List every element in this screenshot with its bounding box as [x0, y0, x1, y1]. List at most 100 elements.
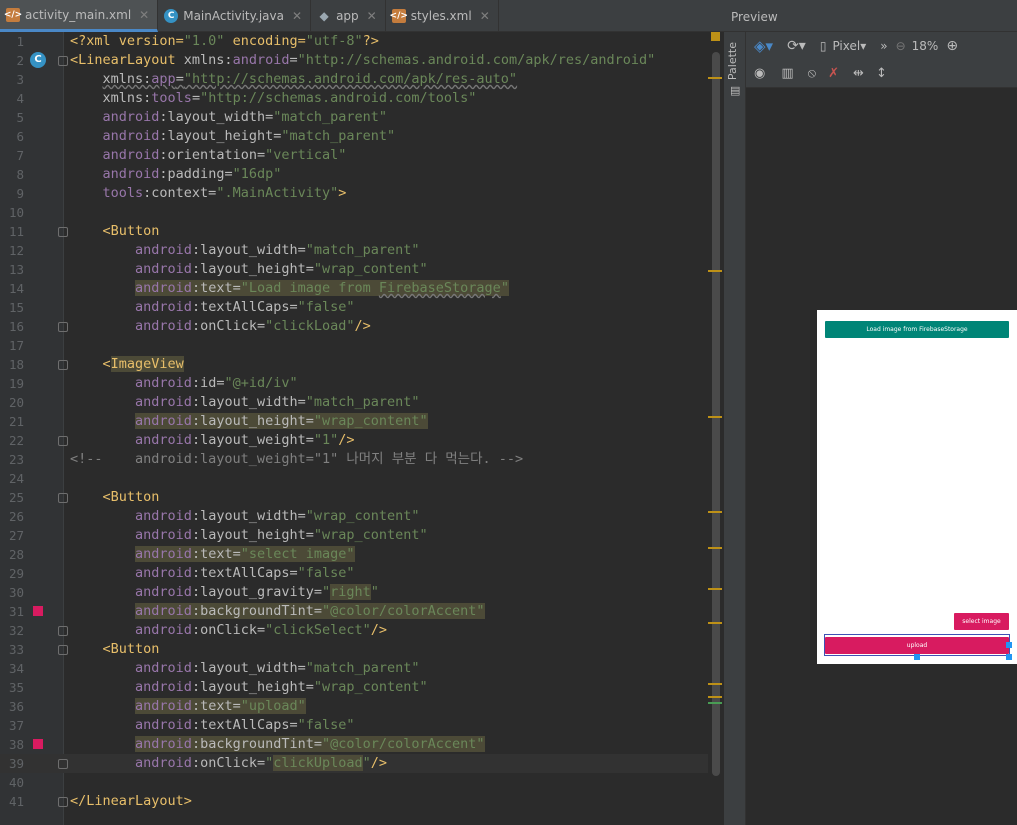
- line-number: 37: [8, 718, 24, 733]
- code-line[interactable]: 21 android:layout_height="wrap_content": [0, 412, 708, 431]
- code-line[interactable]: 2 C <LinearLayout xmlns:android="http://sc…: [0, 51, 708, 70]
- code-line[interactable]: 18 <ImageView: [0, 355, 708, 374]
- palette-icon[interactable]: ▤: [730, 84, 740, 97]
- warning-stripe[interactable]: [708, 622, 722, 624]
- tab-styles-xml[interactable]: </> styles.xml ✕: [386, 0, 499, 32]
- tab-activity-main-xml[interactable]: </> activity_main.xml ✕: [0, 0, 159, 32]
- color-swatch-icon[interactable]: [33, 739, 43, 749]
- code-line[interactable]: 1 <?xml version="1.0" encoding="utf-8"?>: [0, 32, 708, 51]
- tab-app[interactable]: ◆ app ✕: [311, 0, 386, 32]
- code-line[interactable]: 5 android:layout_width="match_parent": [0, 108, 708, 127]
- code-line[interactable]: 8 android:padding="16dp": [0, 165, 708, 184]
- upload-button[interactable]: upload: [825, 637, 1009, 654]
- code-line[interactable]: 17: [0, 336, 708, 355]
- code-line[interactable]: 27 android:layout_height="wrap_content": [0, 526, 708, 545]
- blueprint-icon[interactable]: ▥: [781, 66, 793, 81]
- tab-mainactivity-java[interactable]: C MainActivity.java ✕: [158, 0, 312, 32]
- warning-stripe[interactable]: [708, 416, 722, 418]
- code-line[interactable]: 29 android:textAllCaps="false": [0, 564, 708, 583]
- class-marker-icon[interactable]: C: [30, 52, 46, 68]
- code-editor[interactable]: 1 <?xml version="1.0" encoding="utf-8"?> 2…: [0, 32, 724, 825]
- fold-icon[interactable]: [58, 360, 68, 370]
- fold-icon[interactable]: [58, 626, 68, 636]
- code-line[interactable]: 32 android:onClick="clickSelect"/>: [0, 621, 708, 640]
- code-line[interactable]: 24: [0, 469, 708, 488]
- code-line[interactable]: 14 android:text="Load image from Firebas…: [0, 279, 708, 298]
- warning-stripe[interactable]: [708, 683, 722, 685]
- warning-stripe[interactable]: [708, 696, 722, 698]
- close-icon[interactable]: ✕: [480, 9, 490, 23]
- select-image-button[interactable]: select image: [954, 613, 1009, 630]
- code-line[interactable]: 34 android:layout_width="match_parent": [0, 659, 708, 678]
- code-line[interactable]: 22 android:layout_weight="1"/>: [0, 431, 708, 450]
- resize-handle[interactable]: [914, 654, 920, 660]
- warning-stripe[interactable]: [708, 270, 722, 272]
- color-swatch-icon[interactable]: [33, 606, 43, 616]
- rotate-icon[interactable]: ⟳▾: [787, 38, 806, 54]
- resize-handle[interactable]: [1006, 642, 1012, 648]
- code-line[interactable]: 12 android:layout_width="match_parent": [0, 241, 708, 260]
- code-line[interactable]: 16 android:onClick="clickLoad"/>: [0, 317, 708, 336]
- magnet-off-icon[interactable]: ⦸: [808, 66, 816, 81]
- fold-icon[interactable]: [58, 493, 68, 503]
- fold-icon[interactable]: [58, 645, 68, 655]
- zoom-in-icon[interactable]: ⊕: [946, 38, 958, 54]
- code-line[interactable]: 11 <Button: [0, 222, 708, 241]
- fold-icon[interactable]: [58, 759, 68, 769]
- warning-stripe[interactable]: [708, 511, 722, 513]
- fold-icon[interactable]: [58, 322, 68, 332]
- inspection-status-icon[interactable]: [711, 32, 720, 41]
- close-icon[interactable]: ✕: [292, 9, 302, 23]
- change-stripe[interactable]: [708, 702, 722, 704]
- code-line[interactable]: 28 android:text="select image": [0, 545, 708, 564]
- clear-constraints-icon[interactable]: ✗: [828, 66, 839, 81]
- warning-stripe[interactable]: [708, 547, 722, 549]
- code-line[interactable]: 33 <Button: [0, 640, 708, 659]
- code-line[interactable]: 15 android:textAllCaps="false": [0, 298, 708, 317]
- code-line[interactable]: 13 android:layout_height="wrap_content": [0, 260, 708, 279]
- code-line[interactable]: 40: [0, 773, 708, 792]
- more-icon[interactable]: »: [880, 39, 887, 53]
- code-line[interactable]: 41 </LinearLayout>: [0, 792, 708, 811]
- fold-icon[interactable]: [58, 56, 68, 66]
- close-icon[interactable]: ✕: [367, 9, 377, 23]
- code-line[interactable]: 31 android:backgroundTint="@color/colorA…: [0, 602, 708, 621]
- code-line[interactable]: 20 android:layout_width="match_parent": [0, 393, 708, 412]
- device-icon[interactable]: ▯: [820, 39, 827, 53]
- code-line[interactable]: 7 android:orientation="vertical": [0, 146, 708, 165]
- expand-vertical-icon[interactable]: ↕: [876, 66, 887, 81]
- close-icon[interactable]: ✕: [139, 8, 149, 22]
- eye-icon[interactable]: ◉: [754, 66, 765, 81]
- code-line[interactable]: 6 android:layout_height="match_parent": [0, 127, 708, 146]
- warning-stripe[interactable]: [708, 588, 722, 590]
- zoom-out-icon[interactable]: ⊖: [896, 39, 906, 53]
- palette-tab[interactable]: Palette: [726, 42, 739, 80]
- code-line[interactable]: 30 android:layout_gravity="right": [0, 583, 708, 602]
- code-line[interactable]: 9 tools:context=".MainActivity">: [0, 184, 708, 203]
- resize-handle[interactable]: [1006, 654, 1012, 660]
- layers-icon[interactable]: ◈▾: [754, 37, 773, 55]
- code-line[interactable]: 3 xmlns:app="http://schemas.android.com/…: [0, 70, 708, 89]
- fold-icon[interactable]: [58, 436, 68, 446]
- scrollbar-thumb[interactable]: [712, 52, 720, 776]
- code-line[interactable]: 23 <!-- android:layout_weight="1" 나머지 부분 …: [0, 450, 708, 469]
- expand-horizontal-icon[interactable]: ⇹: [853, 66, 864, 81]
- code-line[interactable]: 26 android:layout_width="wrap_content": [0, 507, 708, 526]
- device-selector[interactable]: Pixel ▾: [832, 39, 866, 53]
- code-line[interactable]: 19 android:id="@+id/iv": [0, 374, 708, 393]
- editor-scrollbar[interactable]: [708, 32, 724, 825]
- code-line[interactable]: 10: [0, 203, 708, 222]
- code-line[interactable]: 35 android:layout_height="wrap_content": [0, 678, 708, 697]
- code-line[interactable]: 39 android:onClick="clickUpload"/>: [0, 754, 708, 773]
- code-line[interactable]: 4 xmlns:tools="http://schemas.android.co…: [0, 89, 708, 108]
- load-image-button[interactable]: Load image from FirebaseStorage: [825, 321, 1009, 338]
- device-preview[interactable]: Load image from FirebaseStorage select i…: [817, 310, 1017, 664]
- code-text: android:layout_height="wrap_content": [135, 413, 428, 429]
- fold-icon[interactable]: [58, 797, 68, 807]
- warning-stripe[interactable]: [708, 77, 722, 79]
- code-line[interactable]: 37 android:textAllCaps="false": [0, 716, 708, 735]
- code-line[interactable]: 38 android:backgroundTint="@color/colorA…: [0, 735, 708, 754]
- code-line[interactable]: 25 <Button: [0, 488, 708, 507]
- fold-icon[interactable]: [58, 227, 68, 237]
- code-line[interactable]: 36 android:text="upload": [0, 697, 708, 716]
